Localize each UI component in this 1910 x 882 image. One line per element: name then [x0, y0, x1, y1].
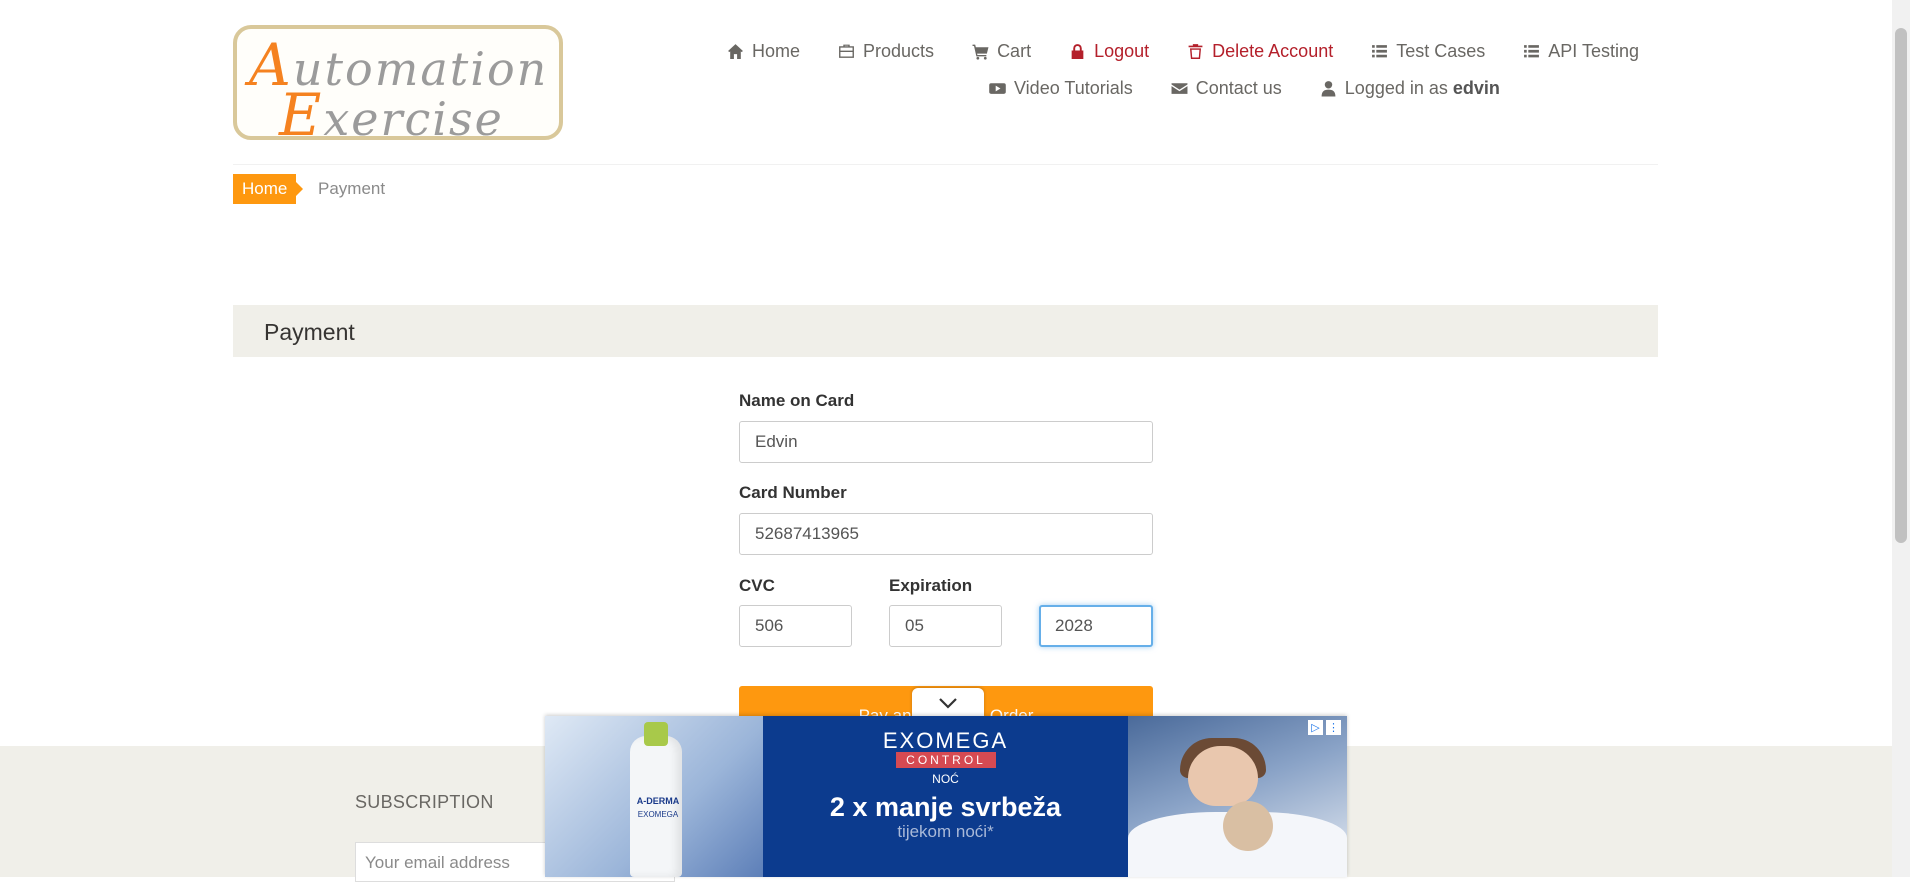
ad-headline: 2 x manje svrbeža [829, 792, 1062, 822]
expiration-label: Expiration [889, 576, 973, 595]
nav-home[interactable]: Home [727, 38, 800, 64]
logged-in-text: Logged in as edvin [1344, 77, 1500, 98]
ad-tagline: tijekom noći* [897, 822, 994, 841]
name-on-card-label: Name on Card [739, 391, 855, 410]
adchoices-icon[interactable]: ▷ [1308, 720, 1323, 735]
ad-child-image [1128, 716, 1347, 877]
logo-line-2: Exercise [279, 81, 504, 149]
ad-bottle-brand: A-DERMA [636, 796, 680, 806]
site-logo[interactable]: Automation Exercise [233, 25, 563, 149]
ad-line: CONTROL [896, 752, 996, 768]
scrollbar-thumb[interactable] [1895, 28, 1907, 543]
nav-home-label: Home [752, 40, 801, 61]
subscription-title: SUBSCRIPTION [355, 792, 494, 812]
envelope-icon [1171, 82, 1188, 94]
cart-icon [972, 44, 989, 60]
nav-test-cases[interactable]: Test Cases [1371, 38, 1485, 64]
breadcrumb-home[interactable]: Home [233, 174, 304, 204]
card-number-label: Card Number [739, 483, 847, 502]
nav-products-label: Products [863, 40, 935, 61]
nav-logged-in-user: Logged in as edvin [1320, 75, 1500, 101]
header-divider [233, 164, 1658, 165]
nav-products[interactable]: Products [838, 38, 934, 64]
main-nav: Home Products Cart Logout Delete Account… [689, 38, 1639, 64]
payment-heading-bar: Payment [233, 305, 1658, 357]
nav-logout-label: Logout [1094, 40, 1150, 61]
nav-cart-label: Cart [997, 40, 1032, 61]
nav-cart[interactable]: Cart [972, 38, 1031, 64]
expiration-year-input[interactable] [1039, 605, 1153, 647]
ad-banner[interactable]: A-DERMA EXOMEGA EXOMEGA CONTROL NOĆ 2 x … [545, 716, 1347, 877]
chevron-down-icon [939, 698, 957, 709]
cvc-input[interactable] [739, 605, 852, 647]
home-icon [728, 43, 743, 59]
secondary-nav: Video Tutorials Contact us Logged in as … [989, 75, 1538, 101]
username: edvin [1452, 77, 1500, 98]
expiration-month-input[interactable] [889, 605, 1002, 647]
list-icon [1524, 44, 1540, 57]
nav-api-testing-label: API Testing [1548, 40, 1639, 61]
cvc-label: CVC [739, 576, 775, 595]
card-number-input[interactable] [739, 513, 1153, 555]
nav-video-tutorials[interactable]: Video Tutorials [989, 75, 1133, 101]
ad-text-panel: EXOMEGA CONTROL NOĆ 2 x manje svrbeža ti… [763, 716, 1128, 877]
ad-product-image: A-DERMA EXOMEGA [545, 716, 763, 877]
ad-bottle-product: EXOMEGA [637, 810, 679, 819]
trash-icon [1188, 43, 1203, 59]
name-on-card-input[interactable] [739, 421, 1153, 463]
list-icon [1372, 44, 1388, 57]
nav-logout[interactable]: Logout [1069, 38, 1149, 64]
nav-contact-us-label: Contact us [1195, 77, 1282, 98]
ad-brand: EXOMEGA [882, 728, 1009, 753]
page-title: Payment [264, 319, 355, 345]
nav-test-cases-label: Test Cases [1396, 40, 1486, 61]
breadcrumb-current: Payment [318, 179, 386, 198]
ad-collapse-toggle[interactable] [912, 688, 984, 718]
ad-bottle: A-DERMA EXOMEGA [630, 722, 682, 877]
nav-delete-account[interactable]: Delete Account [1187, 38, 1333, 64]
user-icon [1321, 80, 1336, 96]
ad-menu-icon[interactable]: ⋮ [1326, 720, 1341, 735]
nav-video-tutorials-label: Video Tutorials [1014, 77, 1133, 98]
products-icon [839, 44, 854, 58]
youtube-icon [989, 82, 1006, 94]
lock-icon [1071, 43, 1084, 59]
nav-api-testing[interactable]: API Testing [1523, 38, 1639, 64]
ad-sub: NOĆ [932, 772, 959, 786]
ad-controls: ▷ ⋮ [1308, 720, 1341, 735]
nav-delete-account-label: Delete Account [1212, 40, 1334, 61]
scrollbar[interactable] [1892, 0, 1910, 877]
nav-contact-us[interactable]: Contact us [1171, 75, 1282, 101]
